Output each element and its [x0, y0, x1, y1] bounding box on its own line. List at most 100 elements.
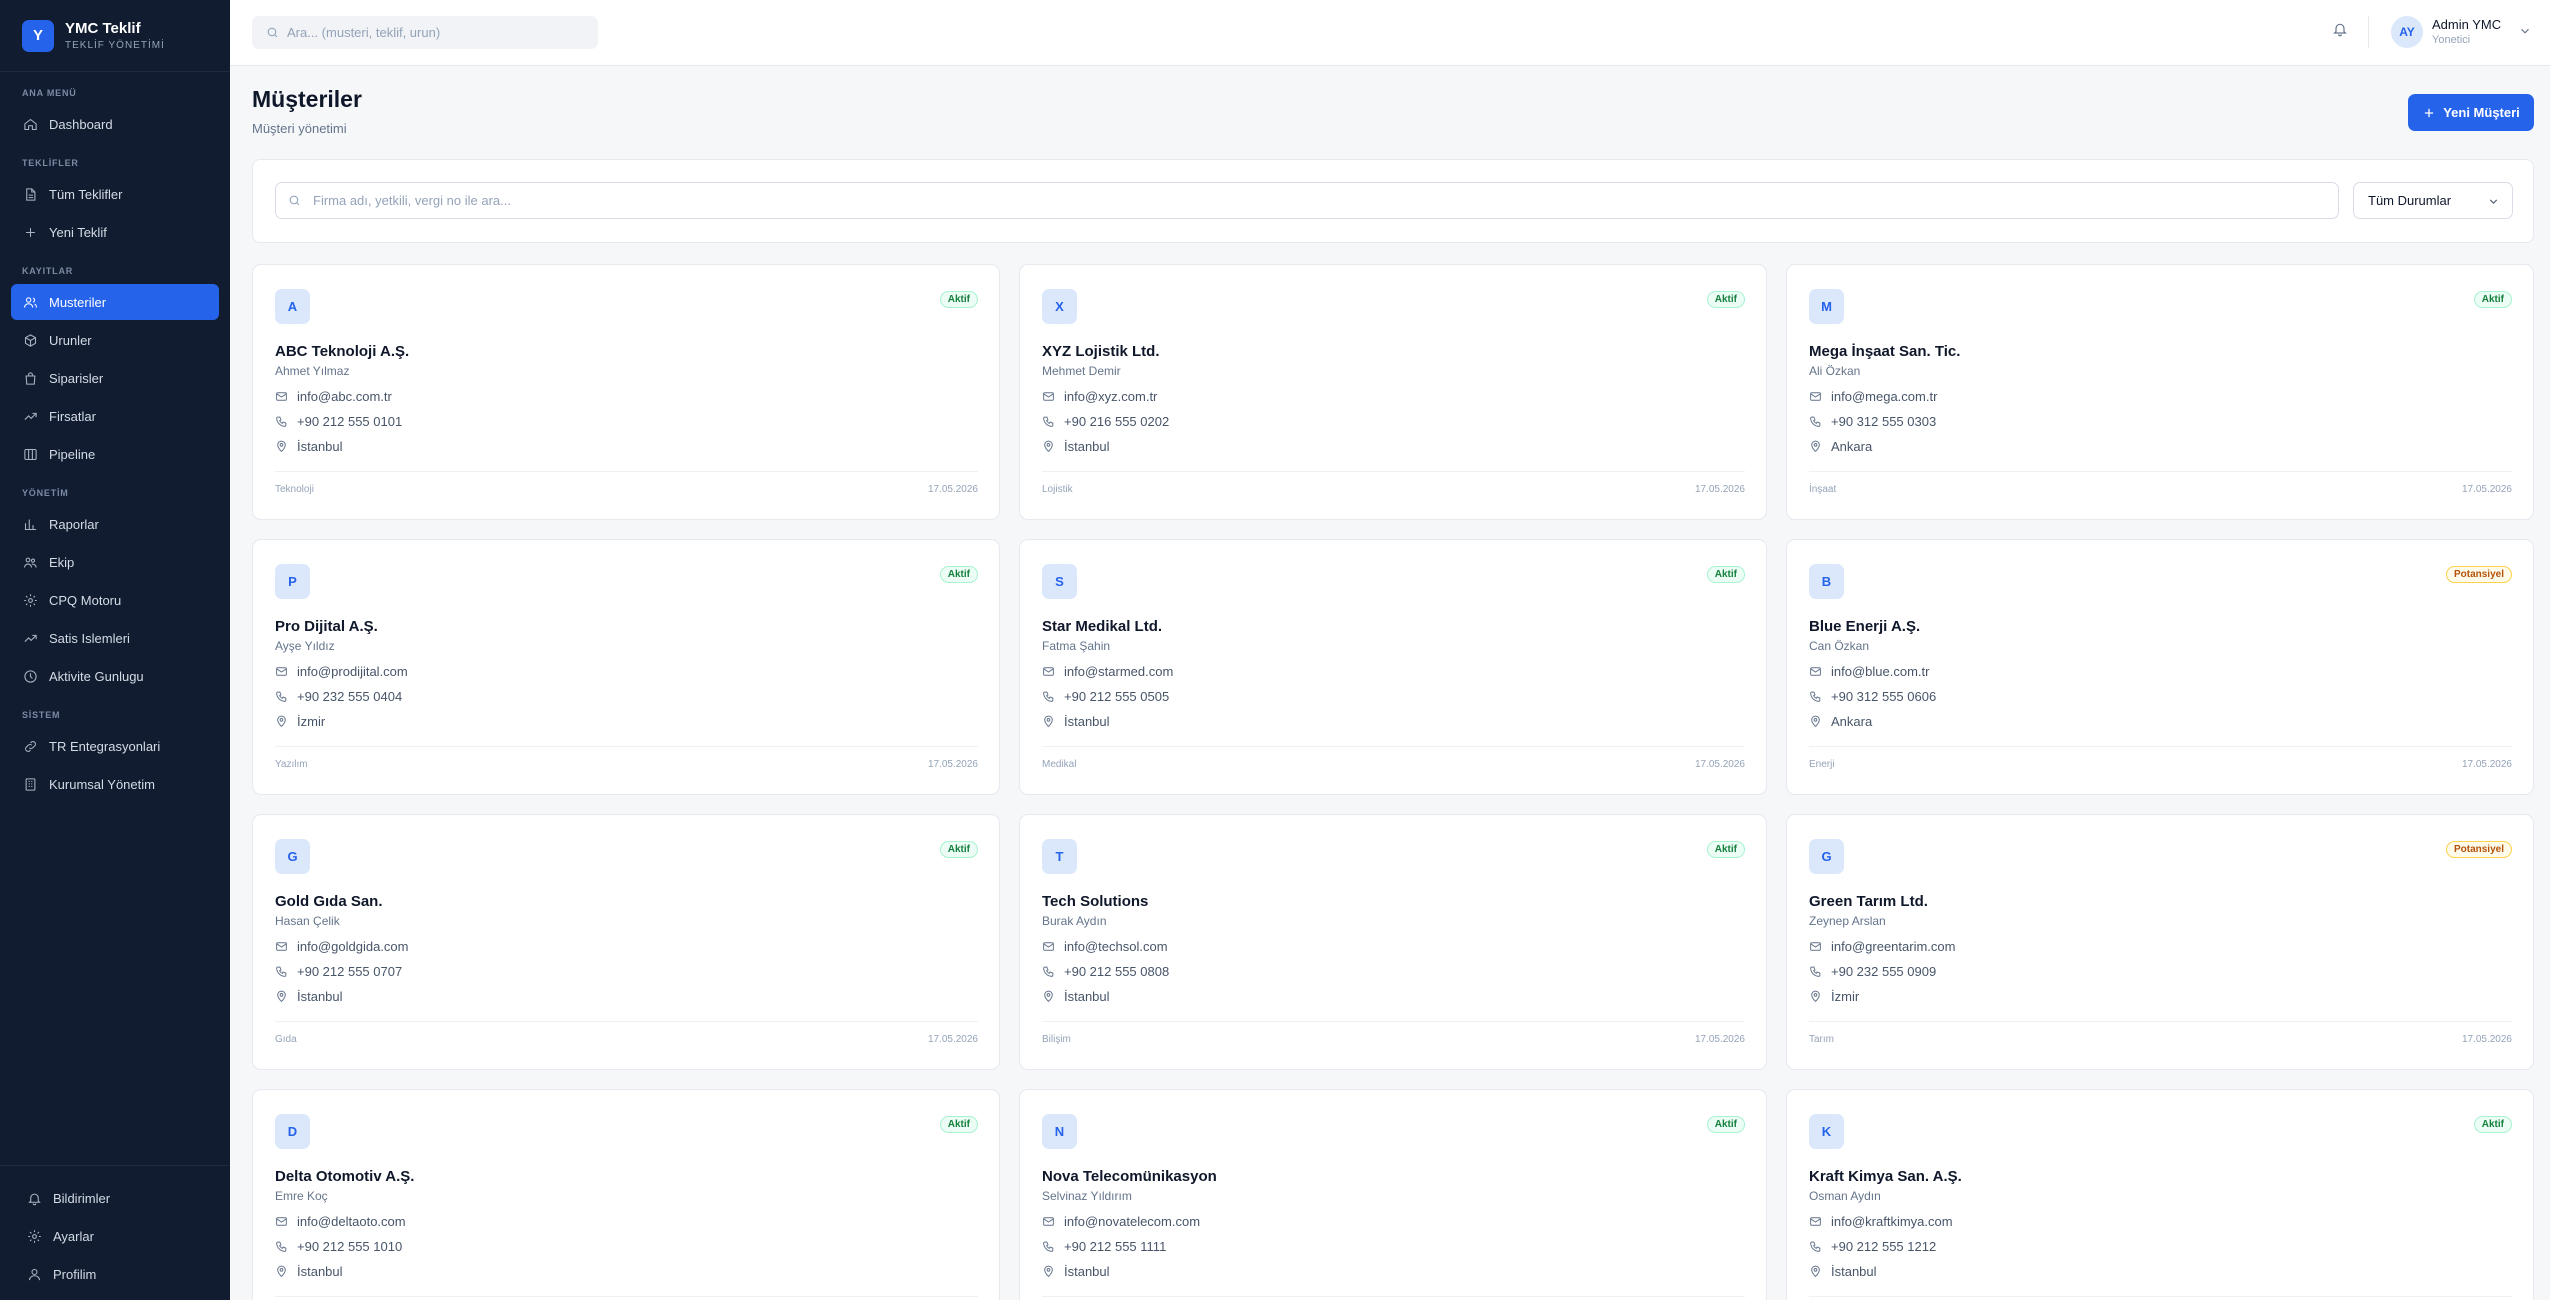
customer-card[interactable]: G Potansiyel Green Tarım Ltd. Zeynep Arslan… — [1786, 814, 2534, 1070]
sidebar-item-kurumsal-yonetim[interactable]: Kurumsal Yönetim — [11, 766, 219, 802]
customer-email[interactable]: info@kraftkimya.com — [1809, 1214, 1953, 1229]
sidebar-item-tum-teklifler[interactable]: Tüm Teklifler — [11, 176, 219, 212]
customer-card[interactable]: B Potansiyel Blue Enerji A.Ş. Can Özkan info… — [1786, 539, 2534, 795]
customer-sector: Medikal — [1042, 759, 1077, 770]
customer-name[interactable]: Mega İnşaat San. Tic. — [1809, 343, 1960, 360]
new-customer-label: Yeni Müşteri — [2443, 105, 2520, 120]
customer-phone[interactable]: +90 212 555 1111 — [1042, 1239, 1166, 1254]
customer-name[interactable]: ABC Teknoloji A.Ş. — [275, 343, 409, 360]
customer-name[interactable]: Pro Dijital A.Ş. — [275, 618, 378, 635]
customer-phone[interactable]: +90 212 555 1212 — [1809, 1239, 1936, 1254]
brand[interactable]: Y YMC Teklif TEKLİF YÖNETİMİ — [0, 0, 230, 72]
customer-card[interactable]: M Aktif Mega İnşaat San. Tic. Ali Özkan info… — [1786, 264, 2534, 520]
customer-email[interactable]: info@prodijital.com — [275, 664, 408, 679]
customer-email[interactable]: info@deltaoto.com — [275, 1214, 406, 1229]
avatar[interactable]: AY — [2391, 16, 2423, 48]
card-divider — [1042, 1021, 1745, 1022]
sidebar-item-yeni-teklif[interactable]: Yeni Teklif — [11, 214, 219, 250]
customer-name[interactable]: Green Tarım Ltd. — [1809, 893, 1928, 910]
customer-card[interactable]: G Aktif Gold Gıda San. Hasan Çelik info@gold… — [252, 814, 1000, 1070]
customer-phone[interactable]: +90 232 555 0404 — [275, 689, 402, 704]
customer-phone[interactable]: +90 212 555 0808 — [1042, 964, 1169, 979]
customer-contact: Selvinaz Yıldırım — [1042, 1189, 1132, 1203]
customer-email[interactable]: info@techsol.com — [1042, 939, 1168, 954]
sidebar-item-satis-islemleri[interactable]: Satis Islemleri — [11, 620, 219, 656]
customer-email[interactable]: info@novatelecom.com — [1042, 1214, 1200, 1229]
customer-email[interactable]: info@starmed.com — [1042, 664, 1173, 679]
customer-phone[interactable]: +90 216 555 0202 — [1042, 414, 1169, 429]
sidebar-item-urunler[interactable]: Urunler — [11, 322, 219, 358]
sidebar-item-tr-entegrasyonlari[interactable]: TR Entegrasyonlari — [11, 728, 219, 764]
status-filter-select[interactable]: Tüm Durumlar — [2353, 182, 2513, 219]
sidebar-item-bildirimler[interactable]: Bildirimler — [15, 1180, 219, 1216]
customer-card[interactable]: X Aktif XYZ Lojistik Ltd. Mehmet Demir info@… — [1019, 264, 1767, 520]
customer-phone[interactable]: +90 312 555 0606 — [1809, 689, 1936, 704]
team-icon — [24, 557, 37, 568]
customer-city: İzmir — [1809, 989, 1859, 1004]
customer-contact: Emre Koç — [275, 1189, 328, 1203]
customer-card[interactable]: N Aktif Nova Telecomünikasyon Selvinaz Yıld… — [1019, 1089, 1767, 1300]
customer-phone[interactable]: +90 212 555 0505 — [1042, 689, 1169, 704]
sidebar-item-aktivite-gunlugu[interactable]: Aktivite Gunlugu — [11, 658, 219, 694]
customer-phone[interactable]: +90 312 555 0303 — [1809, 414, 1936, 429]
mail-icon — [1810, 1217, 1821, 1226]
customer-email[interactable]: info@goldgida.com — [275, 939, 408, 954]
customer-name[interactable]: Kraft Kimya San. A.Ş. — [1809, 1168, 1962, 1185]
user-menu-toggle[interactable] — [2518, 24, 2532, 43]
customer-card[interactable]: P Aktif Pro Dijital A.Ş. Ayşe Yıldız info@pr… — [252, 539, 1000, 795]
customer-email[interactable]: info@abc.com.tr — [275, 389, 392, 404]
map-pin-icon — [1811, 990, 1820, 1003]
new-customer-button[interactable]: Yeni Müşteri — [2408, 94, 2534, 131]
customer-email[interactable]: info@greentarim.com — [1809, 939, 1955, 954]
map-pin-icon — [277, 990, 286, 1003]
customer-card[interactable]: A Aktif ABC Teknoloji A.Ş. Ahmet Yılmaz info… — [252, 264, 1000, 520]
customer-name[interactable]: Nova Telecomünikasyon — [1042, 1168, 1217, 1185]
customer-phone[interactable]: +90 212 555 1010 — [275, 1239, 402, 1254]
bar-chart-icon — [24, 519, 37, 530]
sidebar-item-profilim[interactable]: Profilim — [15, 1256, 219, 1292]
map-pin-icon — [1811, 715, 1820, 728]
customer-phone[interactable]: +90 212 555 0707 — [275, 964, 402, 979]
customer-name[interactable]: Delta Otomotiv A.Ş. — [275, 1168, 414, 1185]
global-search-input[interactable]: Ara... (musteri, teklif, urun) — [252, 16, 598, 49]
customer-city: İstanbul — [275, 989, 343, 1004]
customer-card[interactable]: T Aktif Tech Solutions Burak Aydın info@tech… — [1019, 814, 1767, 1070]
customer-name[interactable]: XYZ Lojistik Ltd. — [1042, 343, 1160, 360]
customer-email[interactable]: info@mega.com.tr — [1809, 389, 1937, 404]
customer-name[interactable]: Star Medikal Ltd. — [1042, 618, 1162, 635]
customer-email[interactable]: info@xyz.com.tr — [1042, 389, 1157, 404]
nav-section-title: SİSTEM — [22, 710, 61, 720]
customer-phone[interactable]: +90 212 555 0101 — [275, 414, 402, 429]
user-name[interactable]: Admin YMC — [2432, 17, 2501, 32]
notifications-button[interactable] — [2332, 21, 2352, 41]
customer-phone[interactable]: +90 232 555 0909 — [1809, 964, 1936, 979]
customer-name[interactable]: Blue Enerji A.Ş. — [1809, 618, 1920, 635]
mail-icon — [1810, 667, 1821, 676]
customer-email[interactable]: info@blue.com.tr — [1809, 664, 1929, 679]
customer-name[interactable]: Gold Gıda San. — [275, 893, 383, 910]
customer-search-input[interactable]: Firma adı, yetkili, vergi no ile ara... — [275, 182, 2339, 219]
mail-icon — [276, 1217, 287, 1226]
customer-email-text: info@xyz.com.tr — [1064, 389, 1158, 404]
customer-name[interactable]: Tech Solutions — [1042, 893, 1148, 910]
sidebar-item-pipeline[interactable]: Pipeline — [11, 436, 219, 472]
sidebar-item-dashboard[interactable]: Dashboard — [11, 106, 219, 142]
customer-phone-text: +90 212 555 0707 — [297, 964, 403, 979]
sidebar-item-firsatlar[interactable]: Firsatlar — [11, 398, 219, 434]
sidebar-item-label: Pipeline — [49, 446, 96, 462]
customer-card[interactable]: D Aktif Delta Otomotiv A.Ş. Emre Koç info@de… — [252, 1089, 1000, 1300]
customer-date: 17.05.2026 — [927, 1034, 978, 1045]
sidebar-item-cpq-motoru[interactable]: CPQ Motoru — [11, 582, 219, 618]
sidebar-item-musteriler[interactable]: Musteriler — [11, 284, 219, 320]
sidebar-item-raporlar[interactable]: Raporlar — [11, 506, 219, 542]
customer-card[interactable]: S Aktif Star Medikal Ltd. Fatma Şahin info@s… — [1019, 539, 1767, 795]
customer-card[interactable]: K Aktif Kraft Kimya San. A.Ş. Osman Aydın in… — [1786, 1089, 2534, 1300]
sidebar-item-ayarlar[interactable]: Ayarlar — [15, 1218, 219, 1254]
sidebar-item-label: TR Entegrasyonlari — [49, 738, 161, 754]
customer-email-text: info@starmed.com — [1064, 664, 1174, 679]
sidebar-item-siparisler[interactable]: Siparisler — [11, 360, 219, 396]
sidebar-item-label: Dashboard — [49, 116, 113, 132]
sidebar-item-ekip[interactable]: Ekip — [11, 544, 219, 580]
status-badge: Aktif — [939, 566, 978, 583]
mail-icon — [276, 392, 287, 401]
